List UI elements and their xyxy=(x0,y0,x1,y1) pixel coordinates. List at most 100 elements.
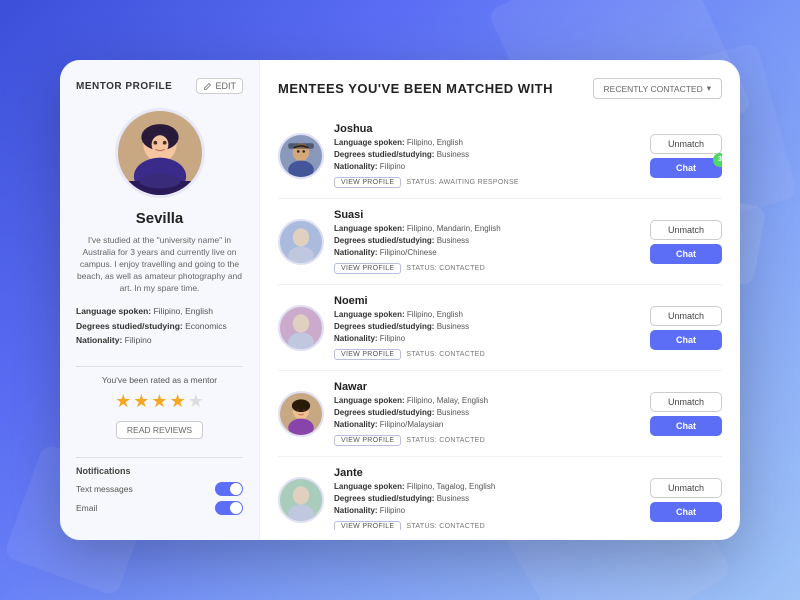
email-toggle[interactable] xyxy=(215,501,243,515)
mentee-degrees: Degrees studied/studying: Business xyxy=(334,235,640,247)
mentee-actions: Unmatch Chat xyxy=(650,478,722,522)
mentor-profile-header: MENTOR PROFILE EDIT xyxy=(76,78,243,94)
mentee-name: Nawar xyxy=(334,381,640,393)
mentee-name: Noemi xyxy=(334,295,640,307)
table-row: Nawar Language spoken: Filipino, Malay, … xyxy=(278,371,722,457)
text-messages-toggle-row: Text messages xyxy=(76,482,243,496)
status-badge: STATUS: CONTACTED xyxy=(406,351,485,358)
stars-container: ★ ★ ★ ★ ★ xyxy=(76,391,243,412)
mentee-avatar xyxy=(278,477,324,523)
star-4: ★ xyxy=(170,391,186,412)
chevron-down-icon: ▾ xyxy=(707,83,711,94)
mentor-profile-title: MENTOR PROFILE xyxy=(76,81,172,92)
mentee-tags: VIEW PROFILE STATUS: CONTACTED xyxy=(334,521,640,530)
mentee-tags: VIEW PROFILE STATUS: AWAITING RESPONSE xyxy=(334,177,640,188)
mentee-language: Language spoken: Filipino, Mandarin, Eng… xyxy=(334,223,640,235)
text-messages-toggle[interactable] xyxy=(215,482,243,496)
view-profile-tag[interactable]: VIEW PROFILE xyxy=(334,263,401,274)
mentee-language: Language spoken: Filipino, Malay, Englis… xyxy=(334,395,640,407)
unmatch-button[interactable]: Unmatch xyxy=(650,392,722,412)
mentee-degrees: Degrees studied/studying: Business xyxy=(334,149,640,161)
unmatch-button[interactable]: Unmatch xyxy=(650,306,722,326)
chat-button[interactable]: Chat xyxy=(650,416,722,436)
mentee-language: Language spoken: Filipino, Tagalog, Engl… xyxy=(334,481,640,493)
left-panel: MENTOR PROFILE EDIT xyxy=(60,60,260,540)
unmatch-button[interactable]: Unmatch xyxy=(650,478,722,498)
mentee-avatar xyxy=(278,305,324,351)
table-row: Jante Language spoken: Filipino, Tagalog… xyxy=(278,457,722,530)
mentee-tags: VIEW PROFILE STATUS: CONTACTED xyxy=(334,349,640,360)
mentor-avatar-image xyxy=(118,111,202,195)
chat-button[interactable]: Chat xyxy=(650,330,722,350)
rating-section: You've been rated as a mentor ★ ★ ★ ★ ★ … xyxy=(76,375,243,449)
mentee-nationality: Nationality: Filipino/Chinese xyxy=(334,247,640,259)
view-profile-tag[interactable]: VIEW PROFILE xyxy=(334,349,401,360)
read-reviews-button[interactable]: READ REVIEWS xyxy=(116,421,203,439)
main-card: MENTOR PROFILE EDIT xyxy=(60,60,740,540)
chat-button[interactable]: Chat xyxy=(650,244,722,264)
mentee-tags: VIEW PROFILE STATUS: CONTACTED xyxy=(334,263,640,274)
chat-badge: 3 xyxy=(713,153,722,167)
mentee-name: Jante xyxy=(334,467,640,479)
table-row: Suasi Language spoken: Filipino, Mandari… xyxy=(278,199,722,285)
status-badge: STATUS: CONTACTED xyxy=(406,523,485,530)
mentor-name: Sevilla xyxy=(136,210,184,227)
mentee-info: Nawar Language spoken: Filipino, Malay, … xyxy=(334,381,640,446)
table-row: Noemi Language spoken: Filipino, English… xyxy=(278,285,722,371)
edit-button[interactable]: EDIT xyxy=(196,78,243,94)
mentee-avatar xyxy=(278,133,324,179)
unmatch-button[interactable]: Unmatch xyxy=(650,134,722,154)
mentee-degrees: Degrees studied/studying: Business xyxy=(334,407,640,419)
mentee-actions: Unmatch Chat xyxy=(650,306,722,350)
right-header: MENTEES YOU'VE BEEN MATCHED WITH RECENTL… xyxy=(278,78,722,99)
edit-icon xyxy=(203,82,212,91)
chat-button[interactable]: Chat xyxy=(650,502,722,522)
mentee-degrees: Degrees studied/studying: Business xyxy=(334,493,640,505)
mentee-info: Noemi Language spoken: Filipino, English… xyxy=(334,295,640,360)
star-5: ★ xyxy=(188,391,204,412)
status-badge: STATUS: CONTACTED xyxy=(406,265,485,272)
mentee-avatar xyxy=(278,219,324,265)
mentee-nationality: Nationality: Filipino xyxy=(334,505,640,517)
table-row: Joshua Language spoken: Filipino, Englis… xyxy=(278,113,722,199)
status-badge: STATUS: AWAITING RESPONSE xyxy=(406,179,519,186)
right-panel: MENTEES YOU'VE BEEN MATCHED WITH RECENTL… xyxy=(260,60,740,540)
notifications-title: Notifications xyxy=(76,466,243,476)
mentee-actions: Unmatch Chat xyxy=(650,220,722,264)
star-2: ★ xyxy=(133,391,149,412)
mentee-actions: Unmatch Chat3 xyxy=(650,134,722,178)
mentee-language: Language spoken: Filipino, English xyxy=(334,137,640,149)
mentee-info: Joshua Language spoken: Filipino, Englis… xyxy=(334,123,640,188)
divider-2 xyxy=(76,457,243,458)
mentee-actions: Unmatch Chat xyxy=(650,392,722,436)
view-profile-tag[interactable]: VIEW PROFILE xyxy=(334,435,401,446)
chat-button[interactable]: Chat3 xyxy=(650,158,722,178)
rating-label: You've been rated as a mentor xyxy=(76,375,243,385)
mentees-list: Joshua Language spoken: Filipino, Englis… xyxy=(278,113,722,530)
filter-button[interactable]: RECENTLY CONTACTED ▾ xyxy=(593,78,722,99)
star-3: ★ xyxy=(151,391,167,412)
mentee-info: Jante Language spoken: Filipino, Tagalog… xyxy=(334,467,640,530)
star-1: ★ xyxy=(115,391,131,412)
status-badge: STATUS: CONTACTED xyxy=(406,437,485,444)
email-toggle-row: Email xyxy=(76,501,243,515)
right-panel-title: MENTEES YOU'VE BEEN MATCHED WITH xyxy=(278,81,553,96)
view-profile-tag[interactable]: VIEW PROFILE xyxy=(334,177,401,188)
mentee-info: Suasi Language spoken: Filipino, Mandari… xyxy=(334,209,640,274)
divider-1 xyxy=(76,366,243,367)
email-label: Email xyxy=(76,503,97,513)
mentee-nationality: Nationality: Filipino xyxy=(334,333,640,345)
notifications-section: Notifications Text messages Email xyxy=(76,466,243,520)
mentee-name: Suasi xyxy=(334,209,640,221)
mentee-language: Language spoken: Filipino, English xyxy=(334,309,640,321)
unmatch-button[interactable]: Unmatch xyxy=(650,220,722,240)
mentee-nationality: Nationality: Filipino xyxy=(334,161,640,173)
mentee-avatar xyxy=(278,391,324,437)
mentee-degrees: Degrees studied/studying: Business xyxy=(334,321,640,333)
view-profile-tag[interactable]: VIEW PROFILE xyxy=(334,521,401,530)
mentor-avatar xyxy=(115,108,205,198)
mentor-details: Language spoken: Filipino, English Degre… xyxy=(76,304,243,347)
text-messages-label: Text messages xyxy=(76,484,133,494)
mentor-bio: I've studied at the "university name" in… xyxy=(76,235,243,294)
mentee-name: Joshua xyxy=(334,123,640,135)
